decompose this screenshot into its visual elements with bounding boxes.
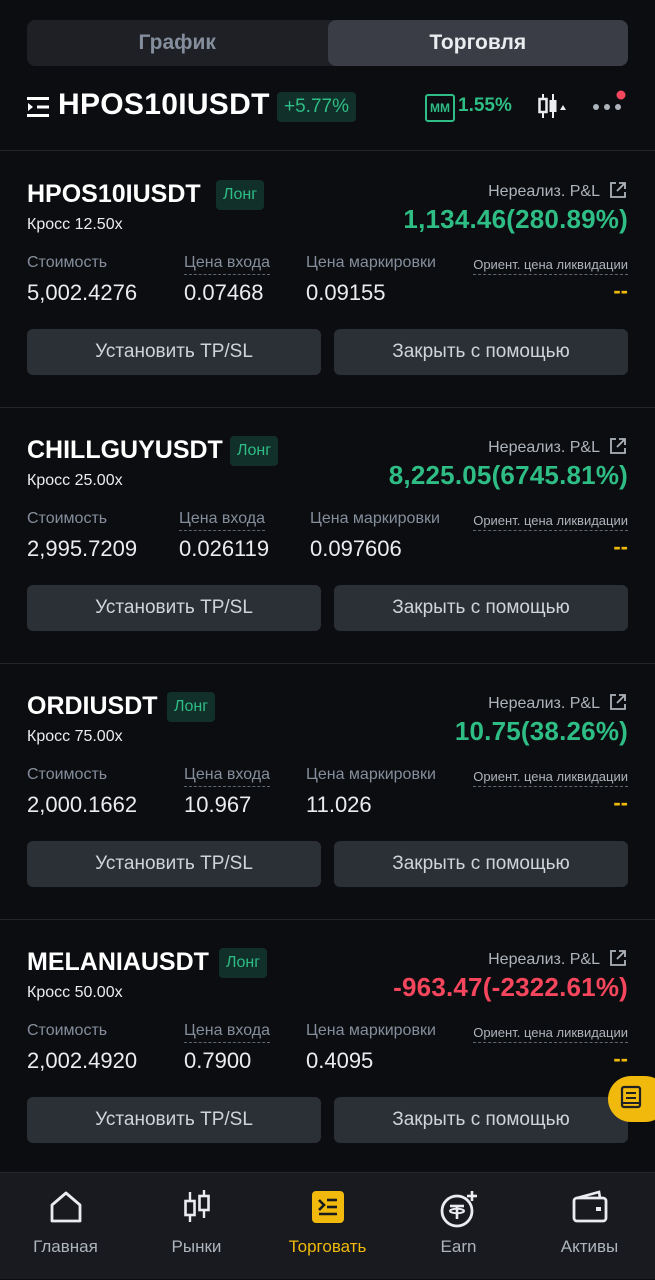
unrealized-pnl-value: -963.47(-2322.61%) [393, 972, 628, 1002]
share-icon[interactable] [609, 181, 627, 204]
share-icon[interactable] [609, 437, 627, 460]
close-with-button[interactable]: Закрыть с помощью [334, 329, 628, 375]
close-with-button[interactable]: Закрыть с помощью [334, 841, 628, 887]
set-tpsl-button[interactable]: Установить TP/SL [27, 585, 321, 631]
position-leverage[interactable]: Кросс 50.00x [27, 984, 123, 1002]
liq-price-value: -- [613, 278, 628, 303]
nav-trade[interactable]: Торговать [262, 1173, 393, 1280]
position-leverage[interactable]: Кросс 25.00x [27, 472, 123, 490]
position-value: 2,000.1662 [27, 792, 138, 817]
divider [0, 150, 655, 151]
liq-price-label[interactable]: Ориент. цена ликвидации [473, 257, 628, 275]
unrealized-pnl-label: Нереализ. P&L [488, 695, 600, 712]
position-value: 2,995.7209 [27, 536, 138, 561]
wallet-icon [524, 1189, 655, 1225]
unrealized-pnl-label: Нереализ. P&L [488, 183, 600, 200]
nav-earn[interactable]: Earn [393, 1173, 524, 1280]
value-label: Стоимость [27, 254, 108, 271]
book-icon [620, 1085, 642, 1114]
position-card: CHILLGUYUSDT Лонг Кросс 25.00x Нереализ.… [0, 408, 655, 664]
earn-coin-icon [393, 1189, 524, 1229]
chart-candles-icon[interactable] [537, 91, 567, 126]
liq-price-label[interactable]: Ориент. цена ликвидации [473, 513, 628, 531]
share-icon[interactable] [609, 949, 627, 972]
entry-price-label[interactable]: Цена входа [184, 766, 271, 787]
liq-price-label[interactable]: Ориент. цена ликвидации [473, 769, 628, 787]
value-label: Стоимость [27, 1022, 108, 1039]
nav-label: Earn [440, 1237, 477, 1256]
mm-value: 1.55% [458, 95, 512, 116]
position-symbol[interactable]: ORDIUSDT [27, 692, 158, 721]
position-symbol[interactable]: MELANIAUSDT [27, 948, 209, 977]
liq-price-label[interactable]: Ориент. цена ликвидации [473, 1025, 628, 1043]
unrealized-pnl-value: 8,225.05(6745.81%) [388, 460, 628, 490]
mark-price-value: 0.09155 [306, 280, 386, 305]
entry-price-label[interactable]: Цена входа [184, 254, 271, 275]
nav-assets[interactable]: Активы [524, 1173, 655, 1280]
nav-label: Активы [560, 1237, 619, 1256]
liq-price-value: -- [613, 790, 628, 815]
mark-price-value: 0.097606 [310, 536, 402, 561]
position-leverage[interactable]: Кросс 12.50x [27, 216, 123, 234]
position-leverage[interactable]: Кросс 75.00x [27, 728, 123, 746]
nav-home[interactable]: Главная [0, 1173, 131, 1280]
entry-price-value: 0.7900 [184, 1048, 252, 1073]
tab-chart[interactable]: График [27, 20, 328, 66]
position-card: HPOS10IUSDT Лонг Кросс 12.50x Нереализ. … [0, 152, 655, 408]
position-side-badge: Лонг [216, 180, 265, 210]
nav-markets[interactable]: Рынки [131, 1173, 262, 1280]
journal-float-button[interactable] [608, 1076, 655, 1122]
unrealized-pnl-label: Нереализ. P&L [488, 439, 600, 456]
set-tpsl-button[interactable]: Установить TP/SL [27, 1097, 321, 1143]
position-symbol[interactable]: CHILLGUYUSDT [27, 436, 223, 465]
mark-price-label: Цена маркировки [306, 254, 436, 271]
position-card: MELANIAUSDT Лонг Кросс 50.00x Нереализ. … [0, 920, 655, 1176]
set-tpsl-button[interactable]: Установить TP/SL [27, 329, 321, 375]
header-change-badge: +5.77% [277, 92, 356, 122]
position-side-badge: Лонг [230, 436, 279, 466]
markets-candles-icon [131, 1189, 262, 1225]
mark-price-label: Цена маркировки [306, 1022, 436, 1039]
menu-list-icon[interactable] [27, 96, 51, 123]
trade-icon [262, 1189, 393, 1225]
mm-icon: MM [425, 94, 455, 122]
bottom-nav: Главная Рынки Торговать Earn Активы [0, 1172, 655, 1279]
liq-price-value: -- [613, 534, 628, 559]
entry-price-value: 10.967 [184, 792, 252, 817]
unrealized-pnl-value: 10.75(38.26%) [454, 716, 628, 746]
close-with-button[interactable]: Закрыть с помощью [334, 1097, 628, 1143]
nav-label: Рынки [171, 1237, 222, 1256]
mark-price-label: Цена маркировки [306, 766, 436, 783]
unrealized-pnl-value: 1,134.46(280.89%) [403, 204, 628, 234]
nav-label: Главная [33, 1237, 98, 1256]
entry-price-value: 0.026119 [179, 536, 270, 561]
position-value: 2,002.4920 [27, 1048, 138, 1073]
liq-price-value: -- [613, 1046, 628, 1071]
position-card: ORDIUSDT Лонг Кросс 75.00x Нереализ. P&L… [0, 664, 655, 920]
header-symbol[interactable]: HPOS10IUSDT [58, 88, 270, 122]
set-tpsl-button[interactable]: Установить TP/SL [27, 841, 321, 887]
entry-price-value: 0.07468 [184, 280, 264, 305]
more-dots-icon[interactable] [591, 90, 627, 125]
tab-trade[interactable]: Торговля [327, 20, 628, 66]
home-icon [0, 1189, 131, 1225]
view-tabs: График Торговля [27, 20, 628, 66]
nav-label: Торговать [288, 1237, 367, 1256]
value-label: Стоимость [27, 766, 108, 783]
mark-price-value: 0.4095 [306, 1048, 374, 1073]
position-value: 5,002.4276 [27, 280, 138, 305]
position-symbol[interactable]: HPOS10IUSDT [27, 180, 201, 209]
share-icon[interactable] [609, 693, 627, 716]
entry-price-label[interactable]: Цена входа [179, 510, 266, 531]
position-side-badge: Лонг [219, 948, 268, 978]
close-with-button[interactable]: Закрыть с помощью [334, 585, 628, 631]
value-label: Стоимость [27, 510, 108, 527]
mark-price-label: Цена маркировки [310, 510, 440, 527]
position-side-badge: Лонг [167, 692, 216, 722]
unrealized-pnl-label: Нереализ. P&L [488, 951, 600, 968]
entry-price-label[interactable]: Цена входа [184, 1022, 271, 1043]
mark-price-value: 11.026 [306, 792, 372, 817]
